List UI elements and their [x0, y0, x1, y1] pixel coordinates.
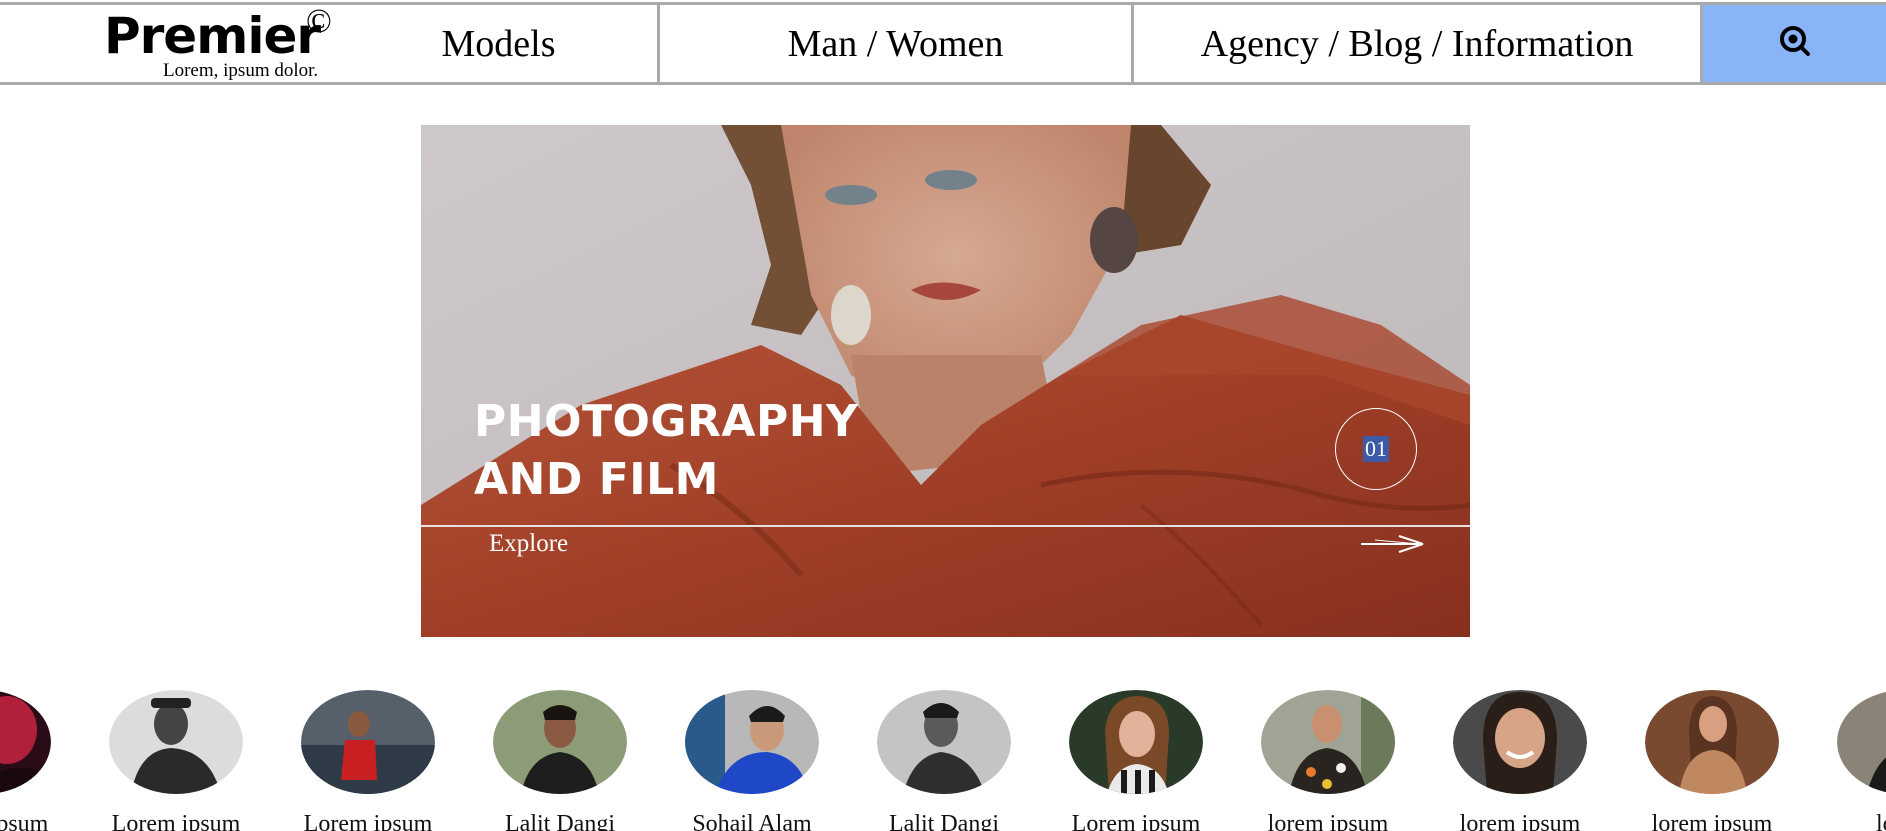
model-card[interactable]: Lorem ipsum: [109, 690, 243, 831]
model-card[interactable]: Lorem ipsum: [1069, 690, 1203, 831]
nav-man-women[interactable]: Man / Women: [660, 5, 1134, 82]
nav-models[interactable]: Models: [340, 5, 660, 82]
model-card[interactable]: Lorem ipsum: [301, 690, 435, 831]
model-name: lorem ipsum: [1651, 811, 1773, 831]
model-card[interactable]: lorem ipsum: [1261, 690, 1395, 831]
model-photo: [877, 690, 1011, 794]
slide-counter[interactable]: 01: [1335, 408, 1417, 490]
model-name: Lorem ipsum: [111, 811, 241, 831]
brand-tagline: Lorem, ipsum dolor.: [163, 60, 319, 81]
top-navbar: Premier © Lorem, ipsum dolor. Models Man…: [0, 2, 1886, 85]
model-name: Lalit Dangi: [505, 811, 615, 831]
slide-counter-number: 01: [1363, 436, 1389, 462]
model-card[interactable]: Lorem ipsum: [0, 690, 51, 831]
search-button[interactable]: [1703, 5, 1886, 82]
model-card[interactable]: Sohail Alam: [685, 690, 819, 831]
model-name: Lalit Dangi: [889, 811, 999, 831]
model-photo: [1453, 690, 1587, 794]
models-carousel[interactable]: Lorem ipsum Lorem ipsum Lorem ipsum Lali…: [0, 690, 1886, 831]
model-photo: [1261, 690, 1395, 794]
model-card[interactable]: lorem ipsum: [1645, 690, 1779, 831]
model-photo: [1069, 690, 1203, 794]
model-name: lorem: [1876, 811, 1886, 831]
model-photo: [0, 691, 51, 794]
model-photo: [109, 690, 243, 794]
arrow-right-icon[interactable]: [1359, 532, 1427, 561]
model-photo: [493, 690, 627, 794]
model-photo: [1645, 690, 1779, 794]
brand-logo[interactable]: Premier © Lorem, ipsum dolor.: [0, 3, 340, 82]
model-name: lorem ipsum: [1459, 811, 1581, 831]
model-name: Lorem ipsum: [0, 811, 49, 831]
hero-title-line-2: AND FILM: [474, 454, 719, 505]
model-card[interactable]: Lalit Dangi: [493, 690, 627, 831]
model-card[interactable]: lorem ipsum: [1453, 690, 1587, 831]
model-name: lorem ipsum: [1267, 811, 1389, 831]
hero-divider: [421, 525, 1470, 527]
search-eye-icon: [1777, 23, 1813, 64]
hero-banner: PHOTOGRAPHY AND FILM 01 Explore: [421, 125, 1470, 637]
model-photo: [301, 690, 435, 794]
model-card[interactable]: lorem: [1837, 690, 1886, 831]
model-photo: [1837, 691, 1886, 794]
nav-agency-blog-information[interactable]: Agency / Blog / Information: [1134, 5, 1703, 82]
explore-link[interactable]: Explore: [489, 530, 568, 558]
hero-title: PHOTOGRAPHY AND FILM: [474, 393, 858, 509]
hero-title-line-1: PHOTOGRAPHY: [474, 396, 859, 447]
copyright-mark: ©: [306, 3, 332, 40]
model-name: Lorem ipsum: [303, 811, 433, 831]
model-name: Sohail Alam: [692, 811, 812, 831]
hero-photo: [421, 125, 1470, 637]
model-photo: [685, 690, 819, 794]
model-name: Lorem ipsum: [1071, 811, 1201, 831]
brand-name: Premier: [104, 7, 321, 65]
model-card[interactable]: Lalit Dangi: [877, 690, 1011, 831]
